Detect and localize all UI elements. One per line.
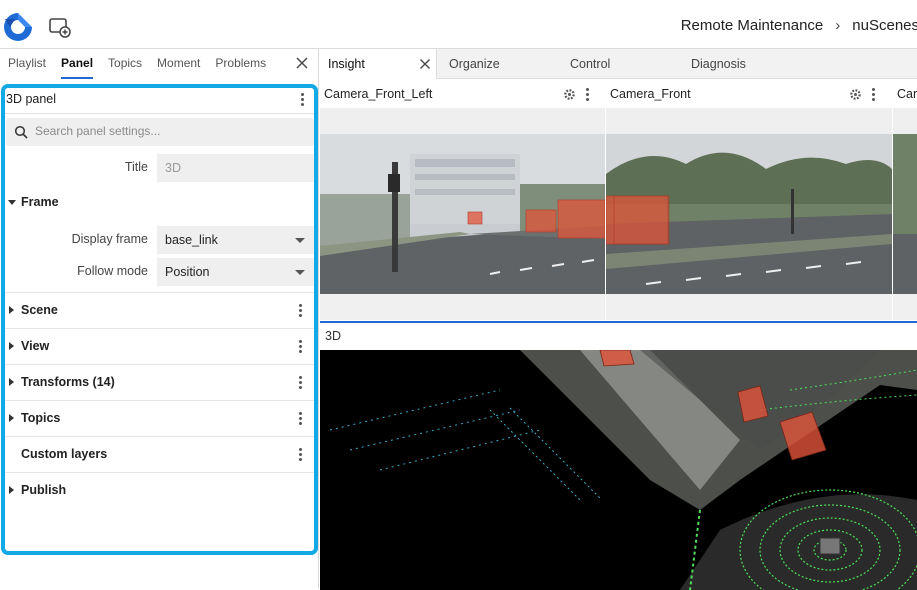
more-vertical-icon[interactable] [299, 412, 303, 426]
breadcrumb-workspace[interactable]: Remote Maintenance [681, 17, 824, 34]
title-label: Title [124, 160, 148, 174]
tab-control[interactable]: Control [570, 49, 610, 79]
more-vertical-icon[interactable] [586, 88, 590, 102]
title-field[interactable]: 3D [157, 154, 314, 182]
section-topics[interactable]: Topics [5, 400, 314, 436]
chevron-right-icon [9, 378, 14, 386]
more-vertical-icon[interactable] [872, 88, 876, 102]
camera-panel-header: Camera_Front [606, 80, 892, 108]
camera-gap [606, 108, 892, 134]
more-vertical-icon[interactable] [299, 376, 303, 390]
camera-gap [320, 108, 605, 134]
section-publish[interactable]: Publish [5, 472, 314, 508]
camera-panel-header: Camera_Front_Left [320, 80, 605, 108]
gear-icon[interactable] [563, 88, 576, 101]
section-scene-label: Scene [21, 303, 58, 317]
more-vertical-icon[interactable] [299, 304, 303, 318]
display-frame-value: base_link [165, 233, 218, 247]
app-logo-icon[interactable] [2, 11, 34, 43]
search-icon [14, 125, 28, 139]
left-sidebar: Playlist Panel Topics Moment Problems 3D… [0, 49, 319, 588]
chevron-down-icon [295, 238, 305, 243]
camera-panel-truncated[interactable]: Can [893, 80, 917, 320]
tab-insight[interactable]: Insight [320, 49, 437, 79]
chevron-right-icon [9, 414, 14, 422]
tab-panel[interactable]: Panel [61, 49, 94, 79]
camera-panel-header: Can [893, 80, 917, 108]
camera-panel-title: Camera_Front_Left [324, 87, 433, 101]
section-view[interactable]: View [5, 328, 314, 364]
camera-image [320, 134, 605, 294]
chevron-right-icon [9, 486, 14, 494]
more-vertical-icon[interactable] [299, 448, 303, 462]
camera-panel-title: Camera_Front [610, 87, 691, 101]
3d-viewport[interactable] [320, 350, 917, 590]
camera-panel-front-left[interactable]: Camera_Front_Left [320, 80, 605, 320]
close-icon[interactable] [295, 56, 309, 70]
camera-image [606, 134, 892, 294]
camera-image [893, 134, 917, 294]
follow-mode-select[interactable]: Position [157, 258, 314, 286]
3d-panel-header: 3D [320, 323, 917, 350]
gear-icon[interactable] [849, 88, 862, 101]
3d-panel: 3D [320, 321, 917, 590]
follow-mode-row: Follow mode Position [5, 255, 314, 287]
section-view-label: View [21, 339, 50, 353]
display-frame-select[interactable]: base_link [157, 226, 314, 254]
camera-gap [893, 108, 917, 134]
follow-mode-label: Follow mode [77, 264, 148, 278]
chevron-down-icon [8, 200, 16, 205]
panel-settings: 3D panel Search panel settings... Title … [1, 84, 318, 555]
section-topics-label: Topics [21, 411, 61, 425]
tab-playlist[interactable]: Playlist [8, 49, 46, 79]
section-custom-layers-label: Custom layers [21, 447, 108, 461]
panel-settings-title: 3D panel [6, 92, 57, 106]
close-icon[interactable] [419, 58, 431, 70]
display-frame-row: Display frame base_link [5, 223, 314, 255]
section-custom-layers[interactable]: Custom layers [5, 436, 314, 472]
breadcrumb: Remote Maintenance › nuScenes [681, 17, 917, 34]
section-frame-label: Frame [21, 195, 59, 209]
title-row: Title 3D [5, 151, 314, 183]
tab-diagnosis[interactable]: Diagnosis [691, 49, 746, 79]
section-transforms[interactable]: Transforms (14) [5, 364, 314, 400]
tab-topics[interactable]: Topics [108, 49, 142, 79]
chevron-down-icon [295, 270, 305, 275]
section-scene[interactable]: Scene [5, 292, 314, 328]
top-bar: Remote Maintenance › nuScenes [0, 0, 917, 49]
section-frame[interactable]: Frame [5, 185, 314, 221]
camera-panel-front[interactable]: Camera_Front [606, 80, 892, 320]
more-vertical-icon[interactable] [299, 340, 303, 354]
more-vertical-icon[interactable] [301, 93, 305, 107]
tab-organize[interactable]: Organize [449, 49, 500, 79]
chevron-right-icon [9, 342, 14, 350]
tab-moment[interactable]: Moment [157, 49, 200, 79]
tab-problems[interactable]: Problems [215, 49, 266, 79]
sidebar-tabs: Playlist Panel Topics Moment Problems [0, 49, 318, 79]
panel-settings-header: 3D panel [5, 88, 314, 114]
tab-insight-label: Insight [328, 57, 365, 71]
follow-mode-value: Position [165, 265, 210, 279]
search-placeholder: Search panel settings... [35, 124, 161, 138]
breadcrumb-dataset[interactable]: nuScenes [852, 17, 917, 34]
section-transforms-label: Transforms (14) [21, 375, 115, 389]
camera-panel-title: Can [897, 87, 917, 101]
layout-tabs: Insight Organize Control Diagnosis [320, 49, 917, 79]
section-publish-label: Publish [21, 483, 67, 497]
search-input[interactable]: Search panel settings... [6, 118, 314, 146]
add-panel-icon[interactable] [49, 16, 71, 38]
chevron-right-icon [9, 306, 14, 314]
chevron-right-icon: › [835, 17, 841, 34]
display-frame-label: Display frame [71, 232, 148, 246]
